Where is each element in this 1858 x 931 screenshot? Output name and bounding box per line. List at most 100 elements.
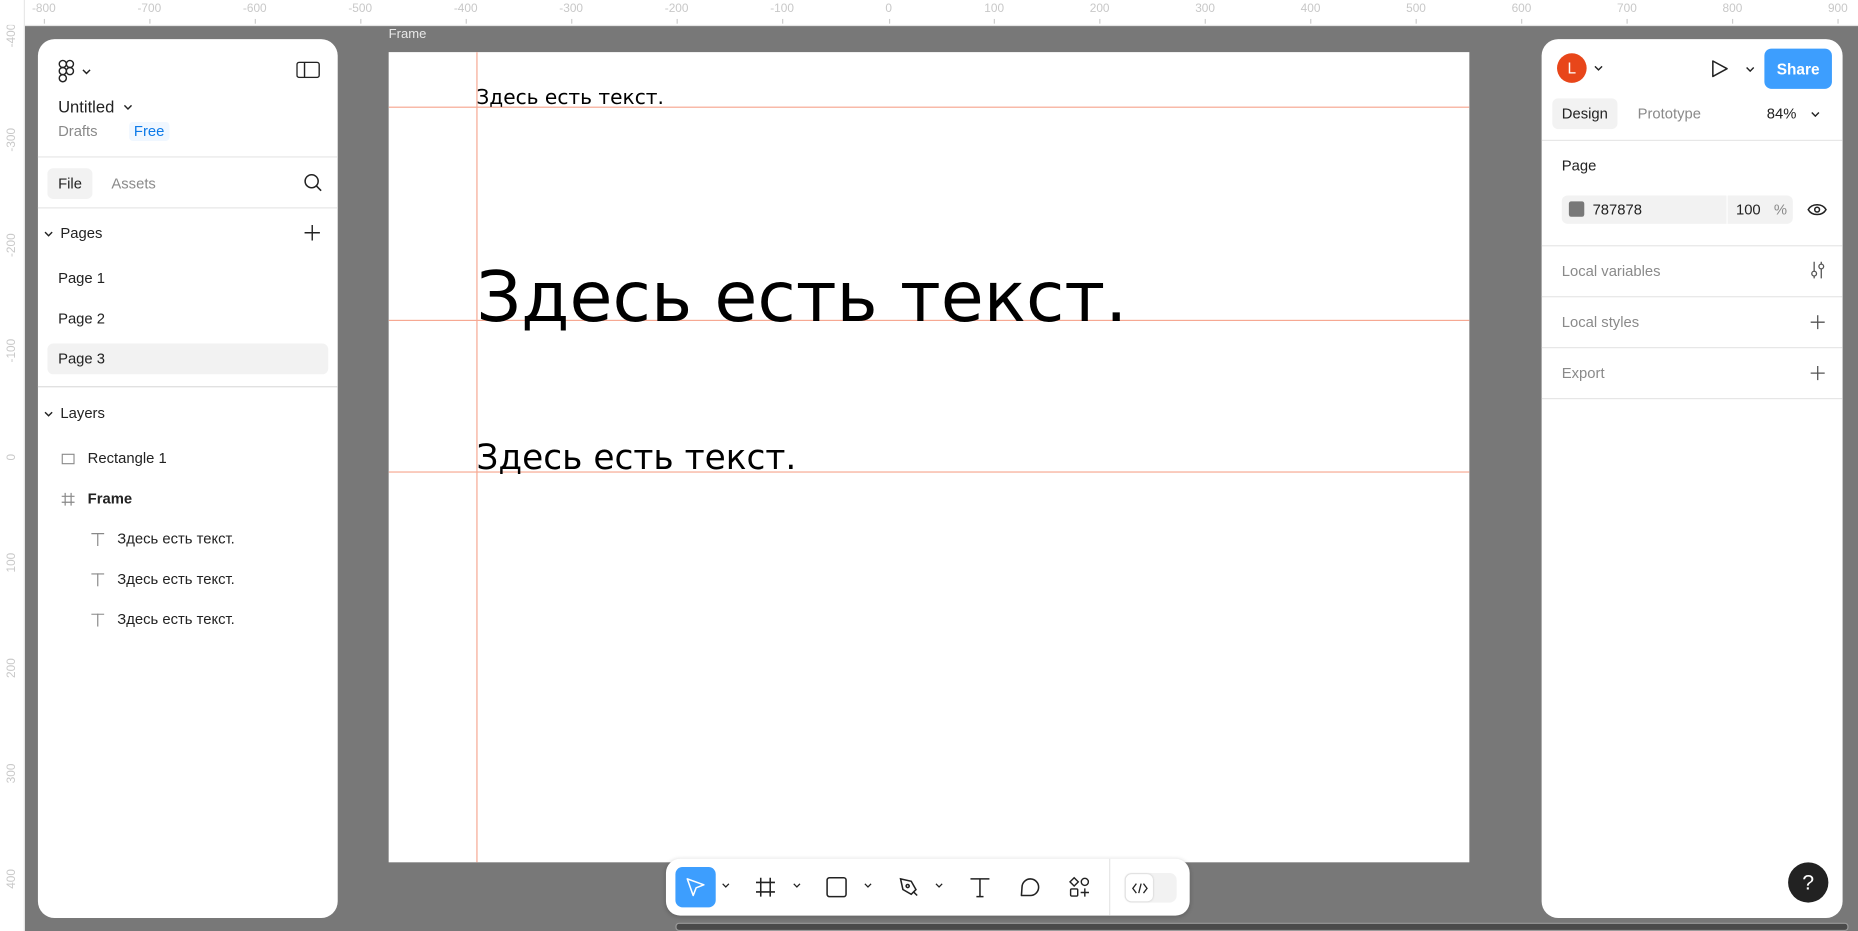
local-styles-label[interactable]: Local styles bbox=[1562, 314, 1639, 331]
text-icon bbox=[970, 878, 990, 898]
add-page-icon[interactable] bbox=[304, 225, 320, 241]
ruler-label: -100 bbox=[770, 2, 794, 24]
plan-badge[interactable]: Free bbox=[129, 122, 170, 141]
sidebar-toggle-icon[interactable] bbox=[296, 61, 320, 79]
export-label[interactable]: Export bbox=[1562, 365, 1605, 382]
layer-row[interactable]: Здесь есть текст. bbox=[91, 611, 235, 628]
help-button[interactable]: ? bbox=[1788, 862, 1829, 903]
layer-name: Здесь есть текст. bbox=[117, 530, 235, 548]
cursor-icon bbox=[686, 878, 705, 897]
text-layer-small[interactable]: Здесь есть текст. bbox=[476, 86, 664, 110]
frame-tool-button[interactable] bbox=[748, 869, 784, 905]
text-tool-button[interactable] bbox=[962, 869, 998, 905]
chevron-down-icon[interactable] bbox=[864, 882, 872, 888]
chevron-down-icon bbox=[124, 104, 133, 110]
pages-header: Pages bbox=[60, 225, 103, 242]
left-panel: Untitled Drafts Free File Assets Pages P… bbox=[37, 39, 338, 918]
page-item[interactable]: Page 2 bbox=[58, 310, 105, 327]
play-icon[interactable] bbox=[1711, 59, 1729, 78]
location-link[interactable]: Drafts bbox=[58, 123, 98, 140]
plus-icon[interactable] bbox=[1810, 366, 1825, 381]
frame[interactable]: Здесь есть текст. Здесь есть текст. Здес… bbox=[388, 52, 1470, 863]
ruler-label: 300 bbox=[5, 763, 19, 784]
frame-icon bbox=[755, 877, 775, 897]
chevron-down-icon[interactable] bbox=[1745, 66, 1755, 73]
tab-assets[interactable]: Assets bbox=[111, 175, 155, 192]
user-menu[interactable]: L bbox=[1557, 53, 1603, 83]
divider bbox=[1541, 347, 1843, 349]
file-name-button[interactable]: Untitled bbox=[58, 97, 133, 116]
zoom-dropdown[interactable]: 84% bbox=[1767, 105, 1820, 122]
divider bbox=[1541, 139, 1843, 141]
text-icon bbox=[91, 612, 105, 627]
rectangle-tool-button[interactable] bbox=[819, 869, 855, 905]
text-layer-large[interactable]: Здесь есть текст. bbox=[476, 256, 1127, 338]
ruler-label: -700 bbox=[137, 2, 162, 24]
frame-icon bbox=[61, 492, 75, 506]
ruler-label: 0 bbox=[5, 453, 19, 461]
avatar: L bbox=[1557, 53, 1587, 83]
chevron-down-icon[interactable] bbox=[793, 882, 801, 888]
comment-tool-button[interactable] bbox=[1012, 869, 1048, 905]
tab-design[interactable]: Design bbox=[1552, 98, 1618, 130]
layer-row[interactable]: Rectangle 1 bbox=[61, 450, 167, 467]
layer-row[interactable]: Здесь есть текст. bbox=[91, 571, 235, 588]
layer-name: Здесь есть текст. bbox=[117, 570, 235, 588]
page-item[interactable]: Page 3 bbox=[58, 351, 105, 368]
main-menu-button[interactable] bbox=[58, 59, 91, 83]
eye-icon[interactable] bbox=[1807, 203, 1827, 217]
tab-prototype[interactable]: Prototype bbox=[1638, 105, 1701, 122]
ruler-label: 200 bbox=[1089, 2, 1110, 24]
ruler-label: -100 bbox=[5, 338, 19, 363]
page-opacity[interactable]: 100 bbox=[1736, 201, 1761, 218]
page-item[interactable]: Page 1 bbox=[58, 270, 105, 287]
page-color-input[interactable]: 787878 100 % bbox=[1561, 195, 1793, 224]
layer-row[interactable]: Frame bbox=[61, 490, 133, 507]
dev-mode-toggle[interactable] bbox=[1124, 872, 1177, 903]
ruler-label: 100 bbox=[5, 552, 19, 573]
left-ruler: -400 -300 -200 -100 0 100 200 300 400 bbox=[0, 0, 25, 931]
search-icon[interactable] bbox=[303, 173, 322, 192]
percent-sign: % bbox=[1773, 201, 1788, 218]
actions-tool-button[interactable] bbox=[1062, 869, 1098, 905]
layer-name: Rectangle 1 bbox=[87, 450, 167, 467]
rectangle-icon bbox=[61, 453, 75, 464]
chevron-down-icon[interactable] bbox=[722, 882, 730, 888]
layer-row[interactable]: Здесь есть текст. bbox=[91, 530, 235, 548]
layer-name: Здесь есть текст. bbox=[117, 611, 235, 628]
chevron-down-icon bbox=[1594, 65, 1603, 71]
chevron-down-icon bbox=[44, 231, 53, 237]
divider bbox=[37, 156, 338, 158]
ruler-label: -200 bbox=[5, 233, 19, 258]
variables-icon[interactable] bbox=[1809, 261, 1826, 280]
tab-file[interactable]: File bbox=[47, 168, 93, 199]
pen-icon bbox=[899, 877, 918, 897]
pages-section-toggle[interactable]: Pages bbox=[44, 225, 103, 242]
text-icon bbox=[91, 532, 105, 546]
local-variables-label[interactable]: Local variables bbox=[1562, 263, 1661, 280]
plus-icon[interactable] bbox=[1810, 315, 1825, 330]
divider bbox=[1726, 195, 1728, 224]
share-button[interactable]: Share bbox=[1764, 48, 1832, 89]
layers-section-toggle[interactable]: Layers bbox=[44, 405, 105, 422]
move-tool-button[interactable] bbox=[675, 867, 716, 908]
ruler-label: 600 bbox=[1511, 2, 1532, 24]
ruler-label: -300 bbox=[559, 2, 584, 24]
ruler-label: 100 bbox=[984, 2, 1005, 24]
color-swatch[interactable] bbox=[1568, 201, 1585, 217]
ruler-label: 300 bbox=[1195, 2, 1215, 24]
zoom-level: 84% bbox=[1766, 105, 1797, 123]
pen-tool-button[interactable] bbox=[891, 869, 927, 905]
chevron-down-icon bbox=[1811, 111, 1820, 117]
horizontal-scrollbar[interactable] bbox=[675, 922, 1849, 931]
ruler-label: 0 bbox=[885, 2, 893, 24]
ruler-corner bbox=[0, 0, 24, 25]
chevron-down-icon bbox=[44, 411, 53, 417]
page-color-hex[interactable]: 787878 bbox=[1593, 201, 1642, 218]
frame-label[interactable]: Frame bbox=[389, 27, 427, 41]
ruler-label: 400 bbox=[1300, 2, 1321, 24]
chevron-down-icon[interactable] bbox=[935, 882, 943, 888]
text-layer-medium[interactable]: Здесь есть текст. bbox=[476, 437, 796, 477]
layer-name: Frame bbox=[87, 490, 133, 507]
figma-logo-icon bbox=[58, 59, 75, 83]
